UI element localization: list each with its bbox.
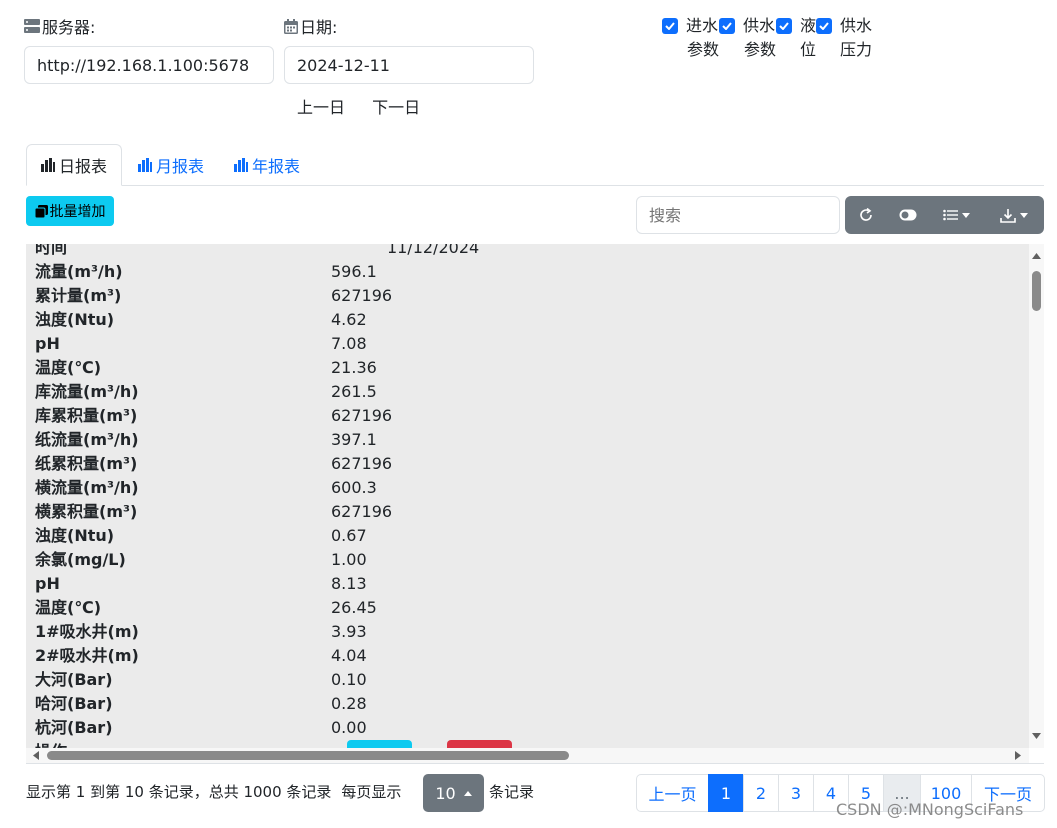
date-input[interactable]	[284, 46, 534, 84]
date-label: 日期:	[284, 15, 337, 37]
page-button-2[interactable]: 2	[743, 774, 779, 812]
table-row: 流量(m³/h) 596.1	[35, 262, 377, 281]
check-icon	[779, 22, 789, 30]
watermark: CSDN @:MNongSciFans	[836, 800, 1024, 819]
check-icon	[665, 22, 675, 30]
download-icon	[1000, 208, 1016, 223]
scroll-up-icon	[1032, 253, 1041, 259]
check-icon	[722, 22, 732, 30]
refresh-icon	[860, 208, 872, 221]
bar-chart-icon	[41, 158, 55, 172]
page-size-dropdown[interactable]: 10	[423, 774, 484, 812]
table-row: 横流量(m³/h) 600.3	[35, 478, 377, 497]
table-row: 纸累积量(m³) 627196	[35, 454, 393, 473]
table-row: 2#吸水井(m) 4.04	[35, 646, 367, 665]
option-checkbox-inlet[interactable]	[662, 18, 678, 34]
table-row: pH 8.13	[35, 574, 367, 593]
tab-monthly-report[interactable]: 月报表	[124, 144, 218, 186]
option-label-supply: 供水 参数	[742, 16, 776, 59]
table-row: 余氯(mg/L) 1.00	[35, 550, 367, 569]
delete-button[interactable]	[447, 740, 512, 748]
tab-yearly-report[interactable]: 年报表	[220, 144, 314, 186]
toggle-view-button[interactable]	[887, 196, 929, 234]
table-toolbar	[845, 196, 1044, 234]
search-input[interactable]	[636, 196, 840, 234]
scroll-down-icon	[1032, 733, 1041, 739]
refresh-button[interactable]	[845, 196, 887, 234]
toggle-icon	[899, 209, 917, 221]
table-row: 哈河(Bar) 0.28	[35, 694, 367, 713]
prev-day-link[interactable]: 上一日	[297, 98, 345, 117]
caret-up-icon	[463, 790, 472, 796]
table-row-time: 时间 11/12/2024	[35, 244, 480, 257]
scroll-right-icon	[1015, 751, 1021, 760]
table-row: 纸流量(m³/h) 397.1	[35, 430, 377, 449]
server-input[interactable]	[24, 46, 274, 84]
table-bottom-border	[26, 763, 1044, 764]
page-button-1[interactable]: 1	[708, 774, 744, 812]
page-button-3[interactable]: 3	[778, 774, 814, 812]
table-row: 库流量(m³/h) 261.5	[35, 382, 377, 401]
table-row: 累计量(m³) 627196	[35, 286, 393, 305]
table-row: pH 7.08	[35, 334, 367, 353]
horizontal-scroll-thumb[interactable]	[47, 751, 569, 760]
bar-chart-icon	[234, 158, 248, 172]
table-row: 浊度(Ntu) 0.67	[35, 526, 367, 545]
tab-daily-report[interactable]: 日报表	[26, 144, 122, 186]
calendar-icon	[284, 18, 298, 34]
day-navigation: 上一日 下一日	[297, 94, 420, 118]
export-dropdown-button[interactable]	[984, 196, 1044, 234]
bar-chart-icon	[138, 158, 152, 172]
table-row: 杭河(Bar) 0.00	[35, 718, 367, 737]
report-table: 时间 11/12/2024 流量(m³/h) 596.1 累计量(m³) 62719…	[26, 244, 1029, 748]
table-row: 温度(℃) 26.45	[35, 598, 377, 617]
table-row: 横累积量(m³) 627196	[35, 502, 393, 521]
server-label: 服务器:	[24, 15, 95, 37]
list-icon	[943, 209, 958, 221]
columns-dropdown-button[interactable]	[929, 196, 984, 234]
batch-add-button[interactable]: 批量增加	[26, 196, 114, 226]
table-row: 1#吸水井(m) 3.93	[35, 622, 367, 641]
option-checkbox-supply[interactable]	[719, 18, 735, 34]
pagination-info: 显示第 1 到第 10 条记录，总共 1000 条记录 每页显示	[26, 783, 402, 801]
caret-down-icon	[1020, 212, 1028, 218]
option-checkbox-pressure[interactable]	[816, 18, 832, 34]
option-label-level: 液位	[799, 16, 816, 59]
vertical-scroll-thumb[interactable]	[1032, 271, 1041, 311]
table-row: 浊度(Ntu) 4.62	[35, 310, 367, 329]
edit-button[interactable]	[347, 740, 412, 748]
table-row: 温度(℃) 21.36	[35, 358, 377, 377]
table-row: 大河(Bar) 0.10	[35, 670, 367, 689]
table-row: 库累积量(m³) 627196	[35, 406, 393, 425]
prev-page-button[interactable]: 上一页	[636, 774, 709, 812]
next-day-link[interactable]: 下一日	[372, 98, 420, 117]
vertical-scrollbar[interactable]	[1029, 244, 1044, 748]
caret-down-icon	[962, 212, 970, 218]
copy-icon	[34, 204, 48, 218]
server-icon	[24, 19, 40, 33]
check-icon	[819, 22, 829, 30]
table-row-actions: 操作	[35, 740, 995, 748]
option-label-inlet: 进水 参数	[685, 16, 719, 59]
horizontal-scrollbar[interactable]	[26, 748, 1029, 763]
scroll-left-icon	[33, 751, 39, 760]
option-label-pressure: 供水 压力	[839, 16, 872, 59]
option-checkbox-level[interactable]	[776, 18, 792, 34]
page-size-suffix: 条记录	[489, 783, 535, 801]
